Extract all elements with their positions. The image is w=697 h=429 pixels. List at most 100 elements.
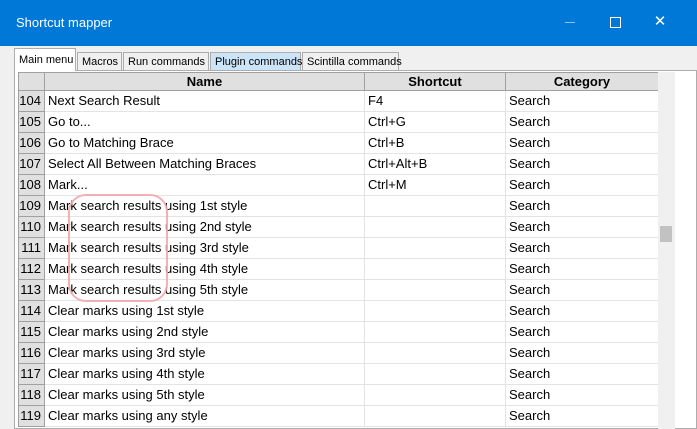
shortcut-value: F4	[364, 90, 506, 112]
command-name: Mark search results using 2nd style	[44, 216, 365, 238]
command-name: Mark...	[44, 174, 365, 196]
category-value: Search	[505, 279, 658, 301]
category-value: Search	[505, 111, 658, 133]
maximize-icon	[609, 16, 621, 28]
table-row[interactable]: 110 Mark search results using 2nd style Se…	[18, 216, 658, 238]
command-name: Clear marks using 4th style	[44, 363, 365, 385]
command-name: Go to...	[44, 111, 365, 133]
category-value: Search	[505, 90, 658, 112]
table-row[interactable]: 109 Mark search results using 1st style Se…	[18, 195, 658, 217]
shortcut-value	[364, 237, 506, 259]
command-name: Select All Between Matching Braces	[44, 153, 365, 175]
category-value: Search	[505, 300, 658, 322]
vertical-scrollbar[interactable]	[658, 72, 675, 429]
command-name: Mark search results using 1st style	[44, 195, 365, 217]
shortcut-value	[364, 363, 506, 385]
shortcut-grid: Name Shortcut Category 104 Next Search Re…	[18, 72, 658, 429]
command-name: Mark search results using 4th style	[44, 258, 365, 280]
table-row[interactable]: 116 Clear marks using 3rd style Search	[18, 342, 658, 364]
table-row[interactable]: 112 Mark search results using 4th style Se…	[18, 258, 658, 280]
row-index: 108	[18, 174, 45, 196]
shortcut-column-header[interactable]: Shortcut	[364, 72, 506, 91]
shortcut-value: Ctrl+G	[364, 111, 506, 133]
shortcut-value: Ctrl+B	[364, 132, 506, 154]
category-value: Search	[505, 321, 658, 343]
shortcut-value: Ctrl+M	[364, 174, 506, 196]
shortcut-value	[364, 279, 506, 301]
table-row[interactable]: 114 Clear marks using 1st style Search	[18, 300, 658, 322]
tab-macros[interactable]: Macros	[77, 52, 122, 70]
tab-run-commands[interactable]: Run commands	[123, 52, 209, 70]
minimize-button[interactable]	[548, 6, 592, 38]
row-index: 112	[18, 258, 45, 280]
shortcut-value	[364, 258, 506, 280]
table-row[interactable]: 113 Mark search results using 5th style Se…	[18, 279, 658, 301]
row-index: 109	[18, 195, 45, 217]
table-row[interactable]: 104 Next Search Result F4 Search	[18, 90, 658, 112]
command-name: Clear marks using 2nd style	[44, 321, 365, 343]
table-body: 104 Next Search Result F4 Search 105 Go to...…	[18, 90, 658, 427]
table-row[interactable]: 111 Mark search results using 3rd style Se…	[18, 237, 658, 259]
row-index: 118	[18, 384, 45, 406]
table-row[interactable]: 106 Go to Matching Brace Ctrl+B Search	[18, 132, 658, 154]
shortcut-value: Ctrl+Alt+B	[364, 153, 506, 175]
command-name: Clear marks using 5th style	[44, 384, 365, 406]
category-value: Search	[505, 384, 658, 406]
row-index: 115	[18, 321, 45, 343]
tab-main-menu[interactable]: Main menu	[14, 48, 76, 71]
shortcut-value	[364, 300, 506, 322]
table-row[interactable]: 117 Clear marks using 4th style Search	[18, 363, 658, 385]
row-index: 106	[18, 132, 45, 154]
command-name: Go to Matching Brace	[44, 132, 365, 154]
table-row[interactable]: 107 Select All Between Matching Braces Ctr…	[18, 153, 658, 175]
row-index: 113	[18, 279, 45, 301]
title-bar: Shortcut mapper ✕	[0, 0, 697, 46]
scrollbar-thumb[interactable]	[660, 226, 672, 242]
row-index: 117	[18, 363, 45, 385]
shortcut-value	[364, 384, 506, 406]
table-row[interactable]: 108 Mark... Ctrl+M Search	[18, 174, 658, 196]
tab-plugin-commands[interactable]: Plugin commands	[210, 52, 302, 70]
row-index: 119	[18, 405, 45, 427]
category-value: Search	[505, 258, 658, 280]
shortcut-value	[364, 321, 506, 343]
maximize-button[interactable]	[593, 6, 637, 38]
category-value: Search	[505, 363, 658, 385]
category-value: Search	[505, 405, 658, 427]
command-name: Clear marks using 1st style	[44, 300, 365, 322]
category-column-header[interactable]: Category	[505, 72, 658, 91]
row-index: 116	[18, 342, 45, 364]
close-button[interactable]: ✕	[638, 6, 682, 38]
shortcut-value	[364, 216, 506, 238]
command-name: Clear marks using any style	[44, 405, 365, 427]
category-value: Search	[505, 342, 658, 364]
header-row: Name Shortcut Category	[18, 72, 658, 91]
category-value: Search	[505, 216, 658, 238]
corner-header	[18, 72, 45, 91]
row-index: 107	[18, 153, 45, 175]
category-value: Search	[505, 153, 658, 175]
row-index: 111	[18, 237, 45, 259]
command-name: Clear marks using 3rd style	[44, 342, 365, 364]
table-row[interactable]: 105 Go to... Ctrl+G Search	[18, 111, 658, 133]
category-value: Search	[505, 132, 658, 154]
category-value: Search	[505, 195, 658, 217]
command-name: Next Search Result	[44, 90, 365, 112]
table-row[interactable]: 119 Clear marks using any style Search	[18, 405, 658, 427]
row-index: 114	[18, 300, 45, 322]
row-index: 105	[18, 111, 45, 133]
window-title: Shortcut mapper	[16, 15, 113, 30]
table-row[interactable]: 115 Clear marks using 2nd style Search	[18, 321, 658, 343]
close-icon: ✕	[653, 13, 667, 30]
tab-scintilla-commands[interactable]: Scintilla commands	[302, 52, 402, 70]
command-name: Mark search results using 3rd style	[44, 237, 365, 259]
category-value: Search	[505, 237, 658, 259]
shortcut-value	[364, 405, 506, 427]
name-column-header[interactable]: Name	[44, 72, 365, 91]
row-index: 104	[18, 90, 45, 112]
command-name: Mark search results using 5th style	[44, 279, 365, 301]
table-row[interactable]: 118 Clear marks using 5th style Search	[18, 384, 658, 406]
shortcut-value	[364, 195, 506, 217]
category-value: Search	[505, 174, 658, 196]
row-index: 110	[18, 216, 45, 238]
